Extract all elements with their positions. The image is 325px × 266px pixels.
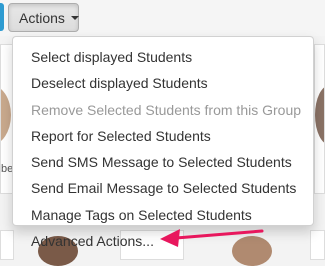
student-card[interactable]: [0, 230, 14, 260]
caret-down-icon: [70, 16, 79, 20]
toolbar: Actions: [0, 0, 325, 36]
menu-item-select-displayed[interactable]: Select displayed Students: [13, 44, 313, 70]
actions-dropdown-button[interactable]: Actions: [8, 3, 79, 32]
menu-item-report[interactable]: Report for Selected Students: [13, 123, 313, 149]
student-photo: [1, 85, 11, 145]
menu-item-remove-from-group: Remove Selected Students from this Group: [31, 101, 302, 118]
actions-dropdown-menu: Select displayed Students Deselect displ…: [12, 36, 314, 249]
primary-button-edge[interactable]: [0, 3, 4, 31]
menu-item-manage-tags[interactable]: Manage Tags on Selected Students: [13, 202, 313, 228]
menu-item-advanced-actions[interactable]: Advanced Actions...: [13, 228, 313, 254]
student-photo: [315, 85, 324, 145]
menu-item-send-sms[interactable]: Send SMS Message to Selected Students: [13, 149, 313, 175]
student-card-right[interactable]: C Su: [314, 44, 325, 194]
actions-button-label: Actions: [19, 9, 65, 26]
menu-item-deselect-displayed[interactable]: Deselect displayed Students: [13, 70, 313, 96]
menu-item-send-email[interactable]: Send Email Message to Selected Students: [13, 175, 313, 201]
